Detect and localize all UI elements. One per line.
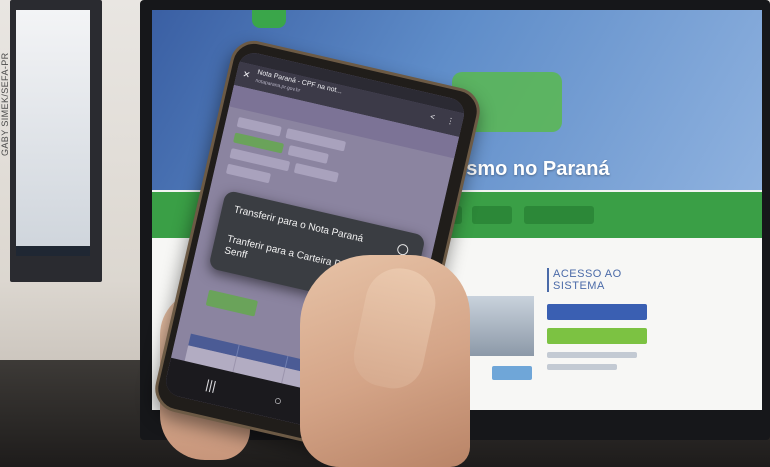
access-link[interactable]	[547, 352, 637, 358]
left-monitor	[10, 0, 102, 282]
access-panel: ACESSO AO SISTEMA	[547, 268, 667, 408]
access-login-button[interactable]	[547, 304, 647, 320]
access-register-button[interactable]	[547, 328, 647, 344]
left-monitor-screen	[16, 10, 90, 250]
site-menu-item[interactable]	[472, 206, 512, 224]
photo-scene: turismo no Paraná ACESSO AO SISTEMA ✕ No…	[0, 0, 770, 467]
news-tag[interactable]	[492, 366, 532, 380]
access-title: ACESSO AO SISTEMA	[547, 268, 667, 292]
left-monitor-taskbar	[16, 246, 90, 256]
site-logo	[252, 10, 286, 28]
photo-credit: GABY SIMEK/SEFA-PR	[0, 52, 10, 156]
access-link[interactable]	[547, 364, 617, 370]
site-menu-item[interactable]	[524, 206, 594, 224]
page-tab[interactable]	[225, 163, 271, 184]
recent-apps-icon[interactable]: |||	[204, 377, 217, 394]
continue-button[interactable]	[205, 289, 259, 317]
close-icon[interactable]: ✕	[241, 69, 252, 81]
page-tab[interactable]	[287, 145, 329, 164]
more-options-icon[interactable]: ⋮	[445, 116, 455, 127]
page-tab[interactable]	[293, 162, 339, 183]
home-icon[interactable]: ○	[273, 392, 284, 408]
